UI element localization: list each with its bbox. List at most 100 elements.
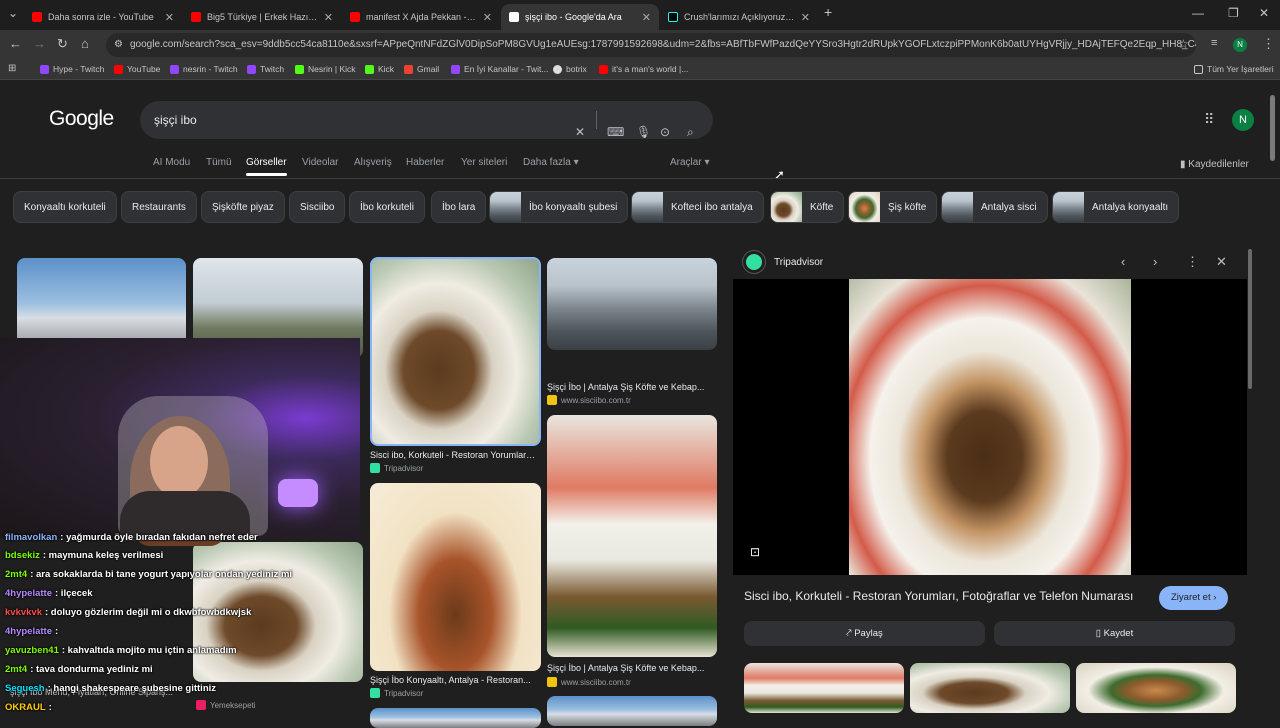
tab-videos[interactable]: Videolar bbox=[302, 157, 339, 168]
site-info-icon[interactable]: ⚙ bbox=[114, 33, 123, 57]
restore-icon[interactable]: ❐ bbox=[1228, 6, 1239, 20]
bookmark-item[interactable]: Gmail bbox=[404, 64, 439, 74]
home-icon[interactable]: ⌂ bbox=[81, 36, 89, 51]
search-icon[interactable]: ⌕ bbox=[687, 113, 694, 151]
menu-kebab-icon[interactable]: ⋮ bbox=[1262, 36, 1275, 52]
clear-icon[interactable]: ✕ bbox=[575, 113, 585, 151]
result-caption[interactable]: Şişçi İbo Konyaaltı, Antalya - Restoran.… bbox=[370, 675, 536, 685]
bookmark-item[interactable]: YouTube bbox=[114, 64, 160, 74]
search-input[interactable]: şişçi ibo ✕ ⌨ 🎙 ⊙ ⌕ bbox=[140, 101, 713, 139]
bookmark-item[interactable]: it's a man's world |... bbox=[599, 64, 688, 74]
related-image[interactable] bbox=[1076, 663, 1236, 713]
chip-related-search[interactable]: İbo lara bbox=[431, 191, 487, 223]
chip-related-search[interactable]: İbo korkuteli bbox=[349, 191, 425, 223]
minimize-icon[interactable]: — bbox=[1192, 6, 1204, 20]
tab-places[interactable]: Yer siteleri bbox=[461, 157, 507, 168]
bookmark-star-icon[interactable]: ☆ bbox=[1178, 37, 1189, 51]
new-tab-plus-icon[interactable]: + bbox=[824, 4, 832, 20]
result-source[interactable]: Tripadvisor bbox=[370, 688, 423, 698]
tab-shopping[interactable]: Alışveriş bbox=[354, 157, 392, 168]
microphone-icon[interactable]: 🎙 bbox=[636, 113, 651, 151]
panel-title[interactable]: Sisci ibo, Korkuteli - Restoran Yorumlar… bbox=[744, 589, 1133, 603]
bookmark-item[interactable]: nesrin - Twitch bbox=[170, 64, 238, 74]
close-icon[interactable]: ✕ bbox=[801, 11, 810, 24]
chip-related-search[interactable]: Köfte bbox=[770, 191, 845, 223]
result-caption[interactable]: Sisci ibo, Korkuteli - Restoran Yorumlar… bbox=[370, 450, 536, 460]
chip-related-search[interactable]: Şiş köfte bbox=[848, 191, 938, 223]
chip-related-search[interactable]: Antalya sisci bbox=[941, 191, 1048, 223]
window-close-icon[interactable]: ✕ bbox=[1259, 6, 1269, 20]
bookmark-item[interactable]: Twitch bbox=[247, 64, 284, 74]
panel-source[interactable]: Tripadvisor bbox=[743, 251, 823, 273]
chip-related-search[interactable]: Antalya konyaaltı bbox=[1052, 191, 1180, 223]
lens-search-icon[interactable]: ⊡ bbox=[750, 545, 760, 559]
google-logo[interactable]: Google bbox=[49, 107, 114, 131]
tab-manifest[interactable]: manifest X Ajda Pekkan - Hileli ✕ bbox=[342, 4, 500, 30]
back-icon[interactable]: ← bbox=[9, 36, 22, 51]
related-image[interactable] bbox=[744, 663, 904, 713]
chip-related-search[interactable]: Restaurants bbox=[121, 191, 197, 223]
bookmark-item[interactable]: Kick bbox=[365, 64, 394, 74]
result-source[interactable]: www.sisciibo.com.tr bbox=[547, 395, 631, 405]
preview-image[interactable] bbox=[849, 279, 1131, 575]
close-icon[interactable]: ✕ bbox=[483, 11, 492, 24]
apps-grid-icon[interactable]: ⊞ bbox=[8, 63, 16, 74]
chip-related-search[interactable]: Kofteci ibo antalya bbox=[631, 191, 764, 223]
result-caption[interactable]: Şişçi İbo | Antalya Şiş Köfte ve Kebap..… bbox=[547, 382, 713, 392]
close-icon[interactable]: ✕ bbox=[165, 11, 174, 24]
bookmark-item[interactable]: En İyi Kanallar - Twit... bbox=[451, 64, 548, 74]
tab-watch-later[interactable]: Daha sonra izle - YouTube ✕ bbox=[24, 4, 182, 30]
address-bar[interactable]: ⚙ google.com/search?sca_esv=9ddb5cc54ca8… bbox=[106, 33, 1196, 57]
reload-icon[interactable]: ↻ bbox=[57, 36, 68, 52]
tab-search-chevron-icon[interactable]: ⌄ bbox=[8, 6, 18, 20]
image-result[interactable] bbox=[547, 258, 717, 350]
image-result[interactable] bbox=[370, 708, 541, 728]
close-icon[interactable]: ✕ bbox=[642, 11, 651, 24]
all-bookmarks[interactable]: Tüm Yer İşaretleri bbox=[1194, 64, 1274, 74]
tab-more[interactable]: Daha fazla ▾ bbox=[523, 157, 579, 168]
keyboard-icon[interactable]: ⌨ bbox=[607, 113, 624, 151]
bookmark-item[interactable]: Hype - Twitch bbox=[40, 64, 104, 74]
tab-big5[interactable]: Big5 Türkiye | Erkek Hazırlık Se: ✕ bbox=[183, 4, 341, 30]
saved-button[interactable]: ▮ Kaydedilenler bbox=[1180, 159, 1249, 170]
chip-related-search[interactable]: Sisciibo bbox=[289, 191, 346, 223]
close-panel-icon[interactable]: ✕ bbox=[1216, 254, 1227, 270]
page-scrollbar[interactable] bbox=[1270, 81, 1276, 720]
previous-icon[interactable]: ‹ bbox=[1121, 254, 1125, 269]
tab-tiktok[interactable]: Crush'larımızı Açıklıyoruz: İdol H ✕ bbox=[660, 4, 818, 30]
bookmark-item[interactable]: Nesrin | Kick bbox=[295, 64, 356, 74]
image-result[interactable] bbox=[547, 696, 717, 726]
result-source[interactable]: Tripadvisor bbox=[370, 463, 423, 473]
close-icon[interactable]: ✕ bbox=[324, 11, 333, 24]
chip-related-search[interactable]: Şişköfte piyaz bbox=[201, 191, 285, 223]
image-result[interactable] bbox=[370, 483, 541, 671]
result-source[interactable]: www.sisciibo.com.tr bbox=[547, 677, 631, 687]
more-options-icon[interactable]: ⋮ bbox=[1186, 254, 1199, 270]
panel-scrollbar[interactable] bbox=[1248, 249, 1252, 389]
result-caption[interactable]: Şişçi İbo | Antalya Şiş Köfte ve Kebap..… bbox=[547, 663, 713, 673]
account-avatar[interactable]: N bbox=[1232, 109, 1254, 131]
scroll-thumb[interactable] bbox=[1270, 95, 1275, 161]
media-control-icon[interactable]: ≡ bbox=[1211, 37, 1217, 49]
bookmark-item[interactable]: botrix bbox=[553, 64, 587, 74]
chip-related-search[interactable]: İbo konyaaltı şubesi bbox=[489, 191, 629, 223]
tab-all[interactable]: Tümü bbox=[206, 157, 232, 168]
image-result[interactable] bbox=[547, 415, 717, 657]
visit-button[interactable]: Ziyaret et › bbox=[1159, 586, 1229, 610]
chat-user: filmavolkan bbox=[5, 532, 58, 543]
tools-button[interactable]: Araçlar ▾ bbox=[670, 157, 709, 168]
tab-google-search[interactable]: şişçi ibo - Google'da Ara ✕ bbox=[501, 4, 659, 30]
next-icon[interactable]: › bbox=[1153, 254, 1157, 269]
save-button[interactable]: ▯ Kaydet bbox=[994, 621, 1235, 646]
related-image[interactable] bbox=[910, 663, 1070, 713]
profile-avatar[interactable]: N bbox=[1233, 38, 1247, 52]
google-apps-icon[interactable]: ⠿ bbox=[1204, 111, 1214, 128]
camera-lens-icon[interactable]: ⊙ bbox=[660, 113, 670, 151]
share-button[interactable]: ⤤ Paylaş bbox=[744, 621, 985, 646]
chip-related-search[interactable]: Konyaaltı korkuteli bbox=[13, 191, 117, 223]
tab-images[interactable]: Görseller bbox=[246, 157, 287, 176]
forward-icon[interactable]: → bbox=[33, 36, 46, 51]
tab-news[interactable]: Haberler bbox=[406, 157, 444, 168]
image-result-selected[interactable] bbox=[370, 257, 541, 446]
tab-ai-mode[interactable]: AI Modu bbox=[153, 157, 190, 168]
